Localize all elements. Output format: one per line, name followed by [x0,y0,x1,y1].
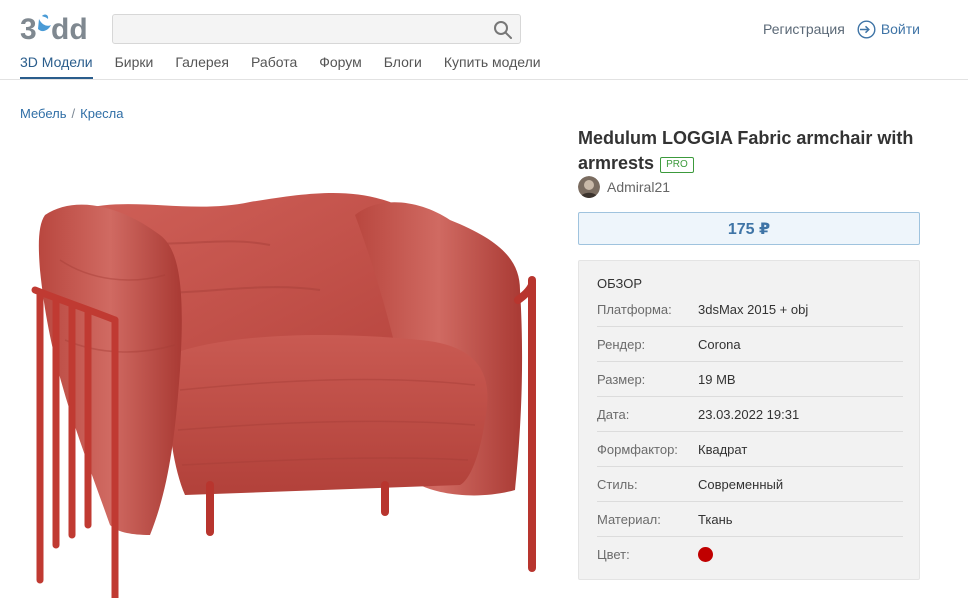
spec-row-platform: Платформа: 3dsMax 2015 + obj [597,292,903,327]
spec-label: Дата: [597,406,630,422]
spec-row-material: Материал: Ткань [597,502,903,537]
spec-label: Платформа: [597,301,672,317]
auth-links: Регистрация Войти [763,19,920,39]
breadcrumb-armchairs[interactable]: Кресла [80,106,123,121]
avatar[interactable] [578,176,600,198]
author-name[interactable]: Admiral21 [607,179,670,195]
login-label: Войти [880,21,920,37]
search-input[interactable] [113,15,483,43]
spec-row-form-factor: Формфактор: Квадрат [597,432,903,467]
color-swatch[interactable] [698,547,713,562]
site-header: 3 dd Регистрация Войти 3D Модели Бирки Г… [0,0,968,80]
pro-badge: PRO [660,157,694,173]
spec-value: 23.03.2022 19:31 [698,406,800,422]
spec-label: Стиль: [597,476,638,492]
author[interactable]: Admiral21 [578,176,670,198]
search-box [112,14,521,44]
spec-label: Рендер: [597,336,646,352]
spec-label: Материал: [597,511,661,527]
nav-item-blogs[interactable]: Блоги [384,54,422,79]
spec-value-link[interactable]: Квадрат [698,442,747,457]
svg-text:dd: dd [51,13,88,45]
product-title-text: Medulum LOGGIA Fabric armchair with armr… [578,128,914,173]
spec-row-size: Размер: 19 MB [597,362,903,397]
spec-label: Цвет: [597,547,630,562]
product-title: Medulum LOGGIA Fabric armchair with armr… [578,126,938,176]
overview-heading: ОБЗОР [597,276,642,291]
product-image[interactable] [20,140,560,598]
nav-item-buy-models[interactable]: Купить модели [444,54,541,79]
spec-value: 3dsMax 2015 + obj [698,301,809,317]
spec-row-color: Цвет: [597,537,903,572]
overview-panel: ОБЗОР Платформа: 3dsMax 2015 + obj Ренде… [578,260,920,580]
spec-value: 19 MB [698,371,736,387]
spec-label: Формфактор: [597,441,678,457]
spec-value-link[interactable]: Ткань [698,512,733,527]
spec-row-style: Стиль: Современный [597,467,903,502]
spec-row-date: Дата: 23.03.2022 19:31 [597,397,903,432]
nav-item-3d-models[interactable]: 3D Модели [20,54,93,79]
nav-item-jobs[interactable]: Работа [251,54,297,79]
price-button[interactable]: 175 ₽ [578,212,920,245]
search-icon[interactable] [492,19,514,41]
spec-value: Corona [698,336,741,352]
nav-item-forum[interactable]: Форум [319,54,362,79]
breadcrumb: Мебель / Кресла [20,106,124,121]
login-link[interactable]: Войти [857,19,920,39]
site-logo[interactable]: 3 dd [20,11,92,45]
spec-label: Размер: [597,371,646,387]
breadcrumb-separator: / [71,106,76,121]
nav-item-gallery[interactable]: Галерея [175,54,229,79]
spec-row-render: Рендер: Corona [597,327,903,362]
login-arrow-icon [857,19,876,39]
nav-item-tags[interactable]: Бирки [115,54,154,79]
main-nav: 3D Модели Бирки Галерея Работа Форум Бло… [20,54,563,79]
spec-value-link[interactable]: Современный [698,477,783,492]
breadcrumb-furniture[interactable]: Мебель [20,106,67,121]
register-link[interactable]: Регистрация [763,21,845,37]
svg-text:3: 3 [20,13,37,45]
